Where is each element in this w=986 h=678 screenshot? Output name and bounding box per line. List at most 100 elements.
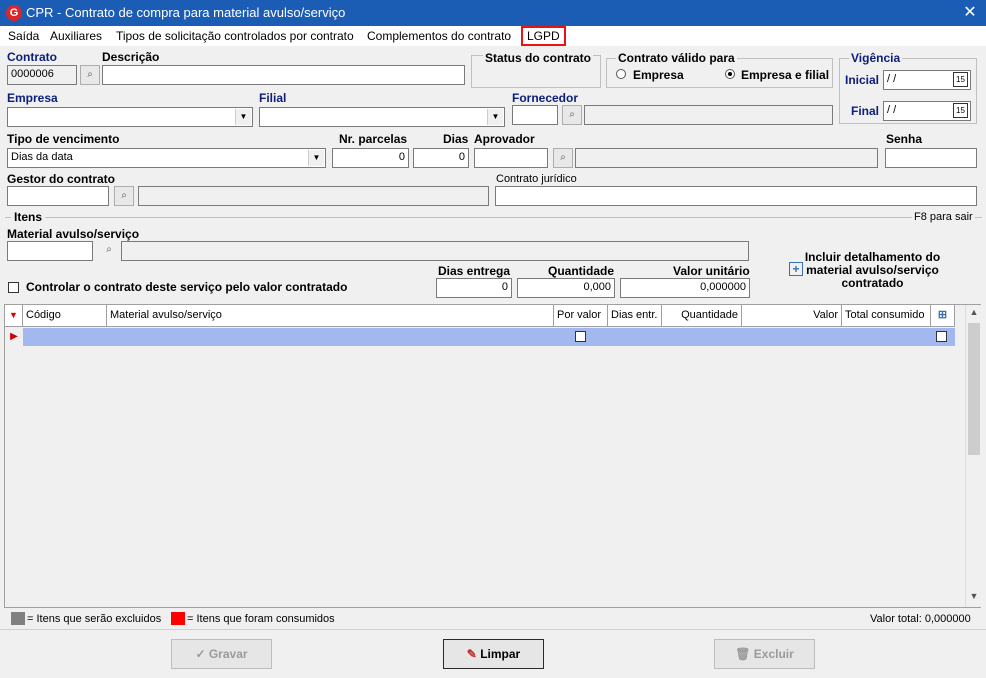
menu-complementos[interactable]: Complementos do contrato: [367, 28, 511, 44]
gestor-name-input: [138, 186, 489, 206]
itens-grid: ▼ Código Material avulso/serviço Por val…: [4, 304, 981, 608]
table-row[interactable]: ▶: [5, 328, 955, 346]
incluir-detalhamento-label[interactable]: Incluir detalhamento do material avulso/…: [790, 251, 955, 290]
dias-input[interactable]: 0: [413, 148, 469, 168]
gestor-input[interactable]: [7, 186, 109, 206]
chevron-down-icon[interactable]: ▼: [235, 109, 251, 125]
menu-auxiliares[interactable]: Auxiliares: [50, 28, 102, 44]
radio-empresa-label: Empresa: [633, 68, 684, 82]
total-consumido-checkbox[interactable]: [936, 331, 947, 342]
descricao-input[interactable]: [102, 65, 465, 85]
menu-saida[interactable]: Saída: [8, 28, 39, 44]
app-logo-icon: G: [6, 5, 22, 21]
legend-consumidos: = Itens que foram consumidos: [187, 613, 335, 625]
grid-scrollbar[interactable]: ▲ ▼: [965, 305, 981, 607]
consumidos-color-swatch: [171, 612, 185, 625]
vigencia-inicial-value: / /: [887, 73, 897, 85]
chevron-down-icon[interactable]: ▼: [487, 109, 503, 125]
contrato-input[interactable]: 0000006: [7, 65, 77, 85]
col-quantidade[interactable]: Quantidade: [662, 305, 742, 327]
trash-icon: 🗑: [735, 647, 754, 661]
gravar-button[interactable]: ✓ Gravar: [171, 639, 272, 669]
binoculars-icon[interactable]: ⌕: [99, 241, 119, 261]
col-codigo[interactable]: Código: [23, 305, 107, 327]
quantidade-label: Quantidade: [548, 264, 615, 278]
binoculars-icon[interactable]: ⌕: [562, 105, 582, 125]
valor-total: Valor total: 0,000000: [870, 613, 971, 625]
vencimento-select[interactable]: Dias da data ▼: [7, 148, 326, 168]
add-detail-icon[interactable]: +: [789, 262, 803, 276]
vigencia-final-input[interactable]: / / 15: [883, 101, 971, 121]
juridico-input[interactable]: [495, 186, 977, 206]
vigencia-final-value: / /: [887, 104, 897, 116]
chevron-down-icon[interactable]: ▼: [308, 150, 324, 166]
col-material[interactable]: Material avulso/serviço: [107, 305, 554, 327]
valor-unitario-input[interactable]: 0,000000: [620, 278, 750, 298]
empresa-select[interactable]: ▼: [7, 107, 253, 127]
add-row-icon[interactable]: ⊞: [931, 305, 955, 327]
vigencia-inicial-input[interactable]: / / 15: [883, 70, 971, 90]
senha-input[interactable]: [885, 148, 977, 168]
fornecedor-label: Fornecedor: [512, 91, 579, 105]
vencimento-label: Tipo de vencimento: [7, 132, 120, 146]
itens-hint: F8 para sair: [912, 211, 975, 223]
scroll-down-icon[interactable]: ▼: [966, 591, 982, 605]
vigencia-final-label: Final: [851, 104, 880, 118]
calendar-icon[interactable]: 15: [953, 72, 968, 87]
grid-header: ▼ Código Material avulso/serviço Por val…: [5, 305, 955, 327]
excluidos-color-swatch: [11, 612, 25, 625]
limpar-button[interactable]: ✎ Limpar: [443, 639, 544, 669]
entrega-label: Dias entrega: [438, 264, 511, 278]
col-dias-entr[interactable]: Dias entr.: [608, 305, 662, 327]
binoculars-icon[interactable]: ⌕: [80, 65, 100, 85]
gravar-label: Gravar: [208, 647, 248, 661]
radio-empresa-filial[interactable]: [725, 69, 735, 79]
parcelas-label: Nr. parcelas: [339, 132, 408, 146]
menu-lgpd[interactable]: LGPD: [521, 26, 566, 46]
empresa-label: Empresa: [7, 91, 58, 105]
vigencia-inicial-label: Inicial: [845, 73, 880, 87]
col-valor[interactable]: Valor: [742, 305, 842, 327]
valor-unitario-label: Valor unitário: [673, 264, 750, 278]
binoculars-icon[interactable]: ⌕: [553, 148, 573, 168]
binoculars-icon[interactable]: ⌕: [114, 186, 134, 206]
eraser-icon: ✎: [466, 647, 481, 661]
itens-label: Itens: [11, 210, 46, 224]
aprovador-name-input: [575, 148, 878, 168]
quantidade-input[interactable]: 0,000: [517, 278, 615, 298]
menu-tipos-solicitacao[interactable]: Tipos de solicitação controlados por con…: [116, 28, 354, 44]
excluir-label: Excluir: [753, 647, 794, 661]
itens-divider: [5, 217, 982, 218]
juridico-label: Contrato jurídico: [496, 173, 577, 185]
aprovador-label: Aprovador: [474, 132, 535, 146]
parcelas-input[interactable]: 0: [332, 148, 409, 168]
radio-empresa[interactable]: [616, 69, 626, 79]
fornecedor-name-input: [584, 105, 833, 125]
por-valor-checkbox[interactable]: [575, 331, 586, 342]
filial-select[interactable]: ▼: [259, 107, 505, 127]
col-total-consumido[interactable]: Total consumido: [842, 305, 931, 327]
fornecedor-code-input[interactable]: [512, 105, 558, 125]
menu-bar: Saída Auxiliares Tipos de solicitação co…: [0, 26, 986, 46]
filial-label: Filial: [259, 91, 287, 105]
radio-empresa-filial-label: Empresa e filial: [741, 68, 830, 82]
sort-icon[interactable]: ▼: [5, 305, 23, 327]
scroll-thumb[interactable]: [968, 323, 980, 455]
close-icon[interactable]: ✕: [958, 2, 982, 24]
col-por-valor[interactable]: Por valor: [554, 305, 608, 327]
material-code-input[interactable]: [7, 241, 93, 261]
material-label: Material avulso/serviço: [7, 227, 140, 241]
check-icon: ✓: [195, 647, 209, 661]
excluir-button[interactable]: 🗑 Excluir: [714, 639, 815, 669]
descricao-label: Descrição: [102, 50, 160, 64]
status-label: Status do contrato: [483, 51, 594, 65]
dias-label: Dias: [443, 132, 469, 146]
aprovador-input[interactable]: [474, 148, 548, 168]
controlar-checkbox[interactable]: [8, 282, 19, 293]
calendar-icon[interactable]: 15: [953, 103, 968, 118]
row-pointer-icon: ▶: [5, 328, 23, 346]
vigencia-label: Vigência: [849, 51, 903, 65]
validade-label: Contrato válido para: [616, 51, 737, 65]
entrega-input[interactable]: 0: [436, 278, 512, 298]
scroll-up-icon[interactable]: ▲: [966, 307, 982, 321]
